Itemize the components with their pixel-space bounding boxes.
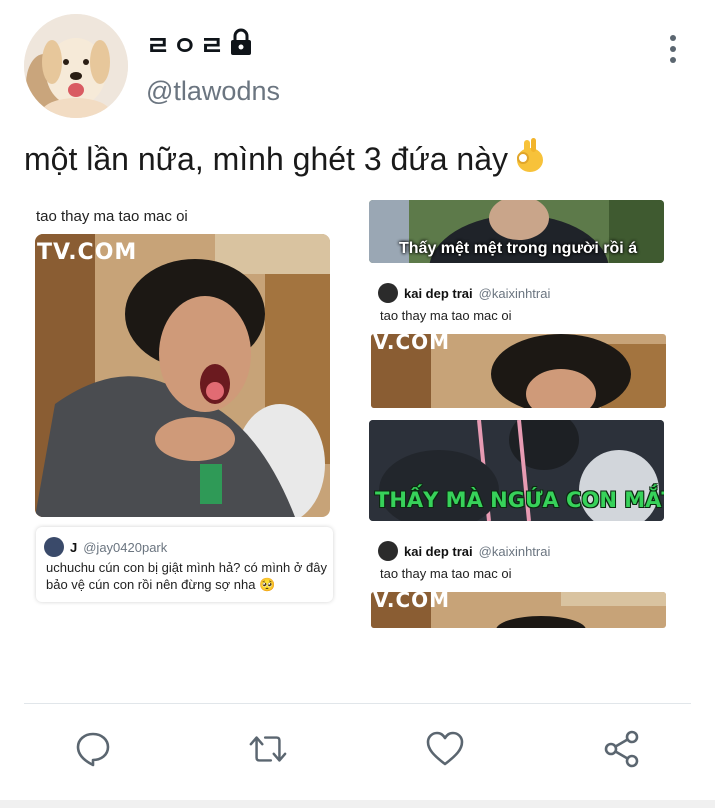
reply-name: J [70, 539, 78, 555]
reply-handle: @jay0420park [83, 539, 168, 555]
meme-left-caption: tao thay ma tao mac oi [36, 208, 188, 225]
meme-right-green-photo[interactable]: THẤY MÀ NGỨA CON MẮT [369, 420, 664, 521]
share-icon [604, 730, 639, 768]
meme-left-photo[interactable]: TV.COM [35, 234, 330, 517]
meme-right-bottom-photo[interactable]: V.COM [371, 592, 666, 628]
reply-name: kai dep trai [404, 543, 473, 559]
reply-handle: @kaixinhtrai [478, 543, 551, 559]
share-button[interactable] [602, 729, 642, 769]
avatar[interactable] [24, 14, 128, 118]
tweet-text: một lần nữa, mình ghét 3 đứa này [24, 136, 546, 178]
tweet-body: một lần nữa, mình ghét 3 đứa này [24, 141, 509, 177]
reply-text-line-2: bảo vệ cún con rồi nên đừng sợ nha 🥺 [46, 577, 276, 592]
reply-header: kai dep trai @kaixinhtrai [378, 283, 550, 303]
like-button[interactable] [425, 729, 465, 769]
retweet-icon [249, 736, 287, 762]
reply-button[interactable] [73, 729, 113, 769]
more-options-icon[interactable] [666, 34, 680, 64]
like-icon [426, 731, 464, 766]
meme-right-watermark-1: V.COM [373, 334, 451, 354]
retweet-button[interactable] [248, 729, 288, 769]
reply-avatar [378, 541, 398, 561]
reply-handle: @kaixinhtrai [478, 285, 551, 301]
meme-right-reply-card-2[interactable]: kai dep trai @kaixinhtrai tao thay ma ta… [370, 531, 666, 591]
bottom-separator [0, 800, 715, 808]
reply-text: tao thay ma tao mac oi [380, 566, 512, 581]
reply-text: tao thay ma tao mac oi [380, 308, 512, 323]
lock-icon [231, 28, 251, 55]
ok-hand-emoji-icon [517, 138, 544, 172]
divider [24, 703, 691, 704]
reply-icon [76, 732, 110, 767]
reply-name: kai dep trai [404, 285, 473, 301]
meme-right-watermark-2: V.COM [373, 592, 451, 612]
reply-avatar [44, 537, 64, 557]
meme-right-green-caption: THẤY MÀ NGỨA CON MẮT [375, 488, 664, 512]
reply-header: J @jay0420park [44, 537, 167, 557]
reply-header: kai dep trai @kaixinhtrai [378, 541, 550, 561]
meme-right-top-photo[interactable]: Thấy mệt mệt trong người rồi á [369, 200, 664, 263]
screaming-man-image [35, 234, 330, 517]
meme-right-mid-photo[interactable]: V.COM [371, 334, 666, 408]
meme-left-reply-card[interactable]: J @jay0420park uchuchu cún con bị giật m… [36, 527, 333, 602]
meme-right-reply-card-1[interactable]: kai dep trai @kaixinhtrai tao thay ma ta… [370, 273, 666, 333]
display-name: ㄹㅇㄹ [146, 32, 227, 62]
reply-avatar [378, 283, 398, 303]
user-handle: @tlawodns [146, 76, 280, 106]
reply-text-line-1: uchuchu cún con bị giật mình hả? có mình… [46, 560, 327, 575]
meme-right-top-caption: Thấy mệt mệt trong người rồi á [399, 240, 638, 257]
dog-avatar-icon [24, 14, 128, 118]
meme-left-watermark: TV.COM [37, 240, 138, 265]
